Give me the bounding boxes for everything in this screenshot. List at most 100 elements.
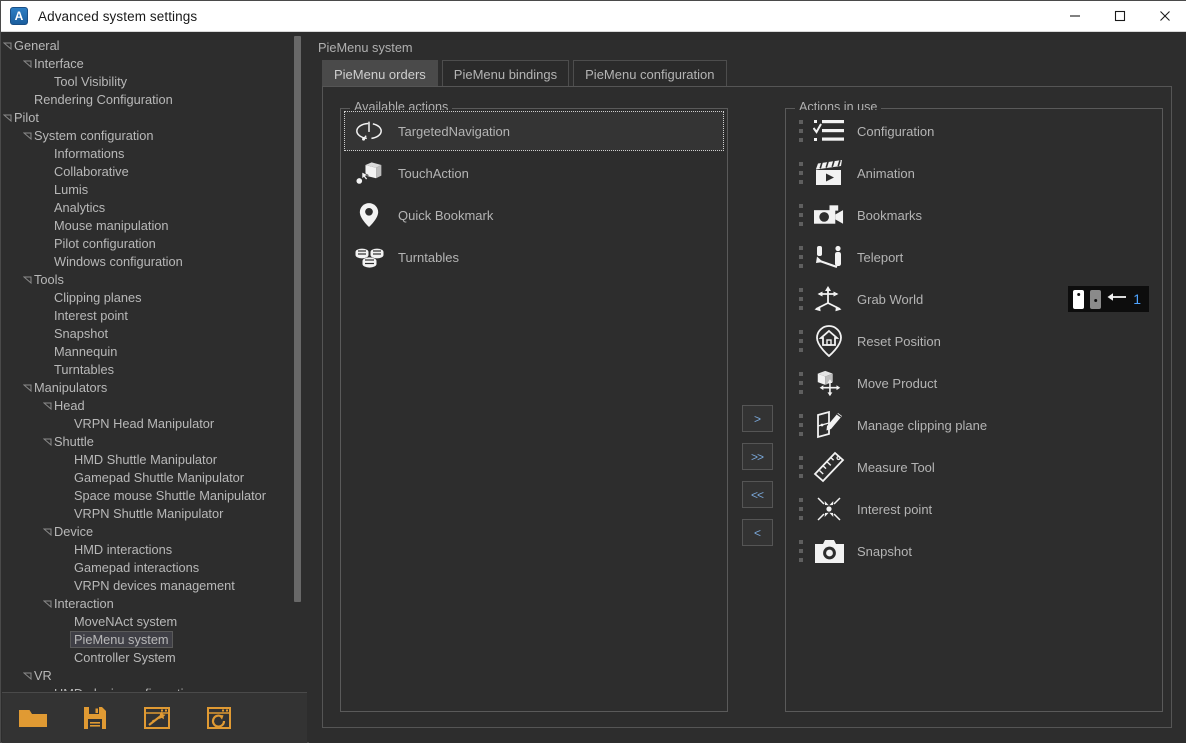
expander-expanded-icon[interactable] [2,112,12,122]
expander-expanded-icon[interactable] [42,598,52,608]
save-button[interactable] [64,694,126,742]
sidebar-item-vr[interactable]: VR [2,666,307,684]
expander-expanded-icon[interactable] [2,40,12,50]
sidebar-item-head[interactable]: Head [2,396,307,414]
interest-point-icon [809,491,849,527]
sidebar-item-rendering-configuration[interactable]: Rendering Configuration [2,90,307,108]
sidebar-item-general[interactable]: General [2,36,307,54]
available-actions-list[interactable]: TargetedNavigation TouchAction Quick Bookm… [342,110,726,710]
list-item[interactable]: Bookmarks [787,194,1161,236]
floppy-save-icon [82,705,108,731]
expander-expanded-icon[interactable] [22,382,32,392]
available-actions-group: Available actions TargetedNavigation Touc… [340,100,728,712]
sidebar-item-pilot[interactable]: Pilot [2,108,307,126]
close-icon[interactable] [1142,1,1186,32]
expander-expanded-icon[interactable] [22,670,32,680]
sidebar-item-tools[interactable]: Tools [2,270,307,288]
drag-handle-icon[interactable] [793,284,809,314]
drag-handle-icon[interactable] [793,368,809,398]
sidebar-item-tool-visibility[interactable]: Tool Visibility [2,72,307,90]
sidebar-item-hmd-shuttle-manipulator[interactable]: HMD Shuttle Manipulator [2,450,307,468]
drag-handle-icon[interactable] [793,326,809,356]
expander-expanded-icon[interactable] [42,400,52,410]
expander-expanded-icon[interactable] [22,274,32,284]
sidebar-item-gamepad-interactions[interactable]: Gamepad interactions [2,558,307,576]
sidebar-item-piemenu-system[interactable]: PieMenu system [2,630,307,648]
sidebar-item-mannequin[interactable]: Mannequin [2,342,307,360]
tab-piemenu-configuration[interactable]: PieMenu configuration [573,60,727,87]
sidebar-item-label: Gamepad Shuttle Manipulator [74,469,245,485]
sidebar-item-pilot-configuration[interactable]: Pilot configuration [2,234,307,252]
drag-handle-icon[interactable] [793,494,809,524]
list-item[interactable]: TouchAction [342,152,726,194]
minimize-icon[interactable] [1052,1,1097,32]
move-left-button[interactable]: < [741,519,773,546]
list-item[interactable]: Move Product [787,362,1161,404]
expander-expanded-icon[interactable] [22,130,32,140]
list-item[interactable]: Snapshot [787,530,1161,572]
sidebar-item-vrpn-shuttle-manipulator[interactable]: VRPN Shuttle Manipulator [2,504,307,522]
drag-handle-icon[interactable] [793,242,809,272]
list-item[interactable]: TargetedNavigation [342,110,726,152]
sidebar-item-vrpn-devices-management[interactable]: VRPN devices management [2,576,307,594]
sidebar-item-clipping-planes[interactable]: Clipping planes [2,288,307,306]
sidebar-item-snapshot[interactable]: Snapshot [2,324,307,342]
sidebar-item-turntables[interactable]: Turntables [2,360,307,378]
list-item[interactable]: Manage clipping plane [787,404,1161,446]
sidebar-item-vrpn-head-manipulator[interactable]: VRPN Head Manipulator [2,414,307,432]
drag-handle-icon[interactable] [793,452,809,482]
tab-piemenu-bindings[interactable]: PieMenu bindings [441,60,570,87]
reset-button[interactable] [188,694,250,742]
transfer-button-group: > >> << < [735,405,779,546]
list-item[interactable]: Turntables [342,236,726,278]
settings-tree-sidebar[interactable]: General Interface Tool Visibility Rendering… [2,32,307,691]
sidebar-item-space-mouse-shuttle-manipulator[interactable]: Space mouse Shuttle Manipulator [2,486,307,504]
sidebar-item-hmd-plugin-configuration[interactable]: HMD plugin configuration [2,684,307,692]
sidebar-item-shuttle[interactable]: Shuttle [2,432,307,450]
sidebar-item-interface[interactable]: Interface [2,54,307,72]
sidebar-item-movenact-system[interactable]: MoveNAct system [2,612,307,630]
open-button[interactable] [2,694,64,742]
maximize-icon[interactable] [1097,1,1142,32]
sidebar-item-label: Manipulators [34,379,108,395]
sidebar-item-hmd-interactions[interactable]: HMD interactions [2,540,307,558]
drag-handle-icon[interactable] [793,410,809,440]
sidebar-item-windows-configuration[interactable]: Windows configuration [2,252,307,270]
list-item[interactable]: Reset Position [787,320,1161,362]
drag-handle-icon[interactable] [793,158,809,188]
drag-handle-icon[interactable] [793,116,809,146]
list-item[interactable]: Measure Tool [787,446,1161,488]
actions-in-use-list[interactable]: Configuration Animation Bookmarks Teleport G… [787,110,1161,710]
sidebar-item-collaborative[interactable]: Collaborative [2,162,307,180]
drag-handle-icon[interactable] [793,200,809,230]
sidebar-item-manipulators[interactable]: Manipulators [2,378,307,396]
sidebar-item-label: VRPN devices management [74,577,235,593]
list-item[interactable]: Interest point [787,488,1161,530]
list-item[interactable]: Configuration [787,110,1161,152]
expander-expanded-icon[interactable] [22,58,32,68]
list-item[interactable]: Animation [787,152,1161,194]
list-item[interactable]: Grab World 1 [787,278,1161,320]
sidebar-item-interest-point[interactable]: Interest point [2,306,307,324]
sidebar-item-lumis[interactable]: Lumis [2,180,307,198]
list-item[interactable]: Quick Bookmark [342,194,726,236]
sidebar-item-interaction[interactable]: Interaction [2,594,307,612]
tab-piemenu-orders[interactable]: PieMenu orders [322,60,438,87]
drag-handle-icon[interactable] [793,536,809,566]
sidebar-item-system-configuration[interactable]: System configuration [2,126,307,144]
move-right-button[interactable]: > [741,405,773,432]
sidebar-item-informations[interactable]: Informations [2,144,307,162]
sidebar-item-device[interactable]: Device [2,522,307,540]
sidebar-item-mouse-manipulation[interactable]: Mouse manipulation [2,216,307,234]
list-item[interactable]: Teleport [787,236,1161,278]
expander-expanded-icon[interactable] [42,526,52,536]
tree-scrollbar-thumb[interactable] [294,36,301,602]
action-name: Snapshot [857,543,912,559]
sidebar-item-analytics[interactable]: Analytics [2,198,307,216]
move-all-left-button[interactable]: << [741,481,773,508]
apply-button[interactable] [126,694,188,742]
expander-expanded-icon[interactable] [42,436,52,446]
sidebar-item-controller-system[interactable]: Controller System [2,648,307,666]
move-all-right-button[interactable]: >> [741,443,773,470]
sidebar-item-gamepad-shuttle-manipulator[interactable]: Gamepad Shuttle Manipulator [2,468,307,486]
